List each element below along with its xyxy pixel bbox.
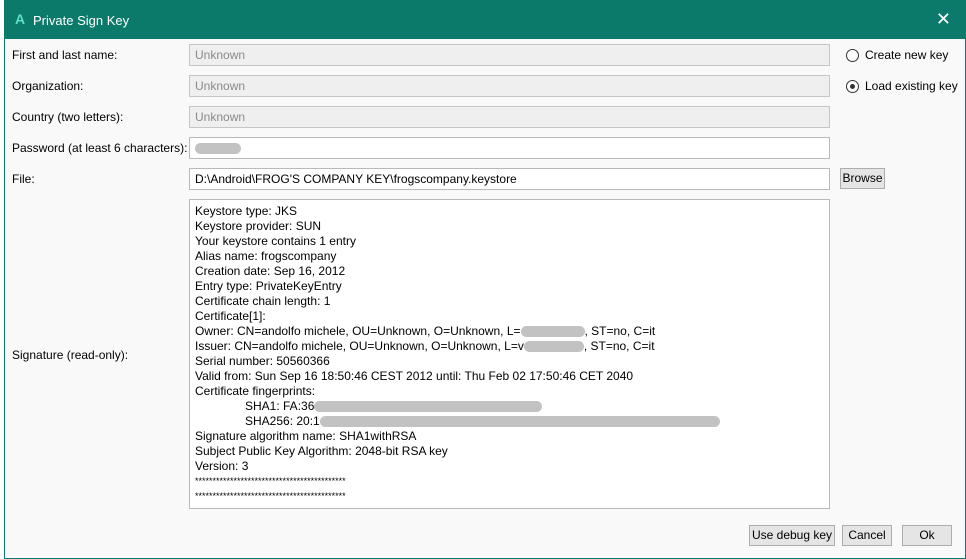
password-field[interactable] [189,137,830,159]
sig-line: ****************************************… [195,476,346,486]
redacted [520,326,585,338]
sig-line: Signature algorithm name: SHA1withRSA [195,429,417,443]
country-field[interactable]: Unknown [189,106,830,128]
sig-line: Alias name: frogscompany [195,249,337,263]
load-existing-key-radio[interactable]: Load existing key [846,79,958,93]
name-label: First and last name: [12,48,118,62]
ok-button[interactable]: Ok [902,525,952,546]
create-new-key-label: Create new key [865,48,949,62]
redacted [319,416,720,428]
sig-line: Version: 3 [195,459,249,473]
create-new-key-radio[interactable]: Create new key [846,48,948,62]
file-label: File: [12,172,35,186]
browse-button[interactable]: Browse [840,168,885,189]
sig-owner: Owner: CN=andolfo michele, OU=Unknown, O… [195,324,656,338]
sig-line: Certificate[1]: [195,309,266,323]
sig-line: Certificate fingerprints: [195,384,316,398]
app-logo-icon: A [15,11,26,27]
private-sign-key-dialog: A Private Sign Key ✕ First and last name… [4,0,966,559]
password-label: Password (at least 6 characters): [12,141,188,155]
redacted-password [195,143,241,155]
use-debug-key-button[interactable]: Use debug key [749,525,835,546]
sig-line: Keystore provider: SUN [195,219,322,233]
sig-line: Keystore type: JKS [195,204,298,218]
load-existing-key-label: Load existing key [865,79,958,93]
file-field[interactable]: D:\Android\FROG'S COMPANY KEY\frogscompa… [189,168,830,190]
sig-line: Subject Public Key Algorithm: 2048-bit R… [195,444,448,458]
sig-line: Your keystore contains 1 entry [195,234,356,248]
close-icon[interactable]: ✕ [936,9,951,30]
redacted [523,341,584,353]
sig-line: Entry type: PrivateKeyEntry [195,279,342,293]
redacted [314,401,543,413]
org-field[interactable]: Unknown [189,75,830,97]
sig-sha256: SHA256: 20:1 [195,414,824,429]
sig-line: Creation date: Sep 16, 2012 [195,264,346,278]
name-field[interactable]: Unknown [189,44,830,66]
org-label: Organization: [12,79,84,93]
sig-issuer: Issuer: CN=andolfo michele, OU=Unknown, … [195,339,655,353]
sig-line: Valid from: Sun Sep 16 18:50:46 CEST 201… [195,369,634,383]
signature-textarea[interactable]: Keystore type: JKS Keystore provider: SUN… [189,199,830,509]
radio-circle [846,48,859,62]
radio-circle-selected [846,79,859,93]
sig-line: Serial number: 50560366 [195,354,330,368]
signature-label: Signature (read-only): [12,348,129,362]
sig-sha1: SHA1: FA:36 [195,399,824,414]
country-label: Country (two letters): [12,110,124,124]
title-bar: A Private Sign Key ✕ [5,1,965,39]
sig-line: Certificate chain length: 1 [195,294,331,308]
cancel-button[interactable]: Cancel [842,525,892,546]
sig-line: ****************************************… [195,491,346,501]
window-title: Private Sign Key [33,13,130,28]
